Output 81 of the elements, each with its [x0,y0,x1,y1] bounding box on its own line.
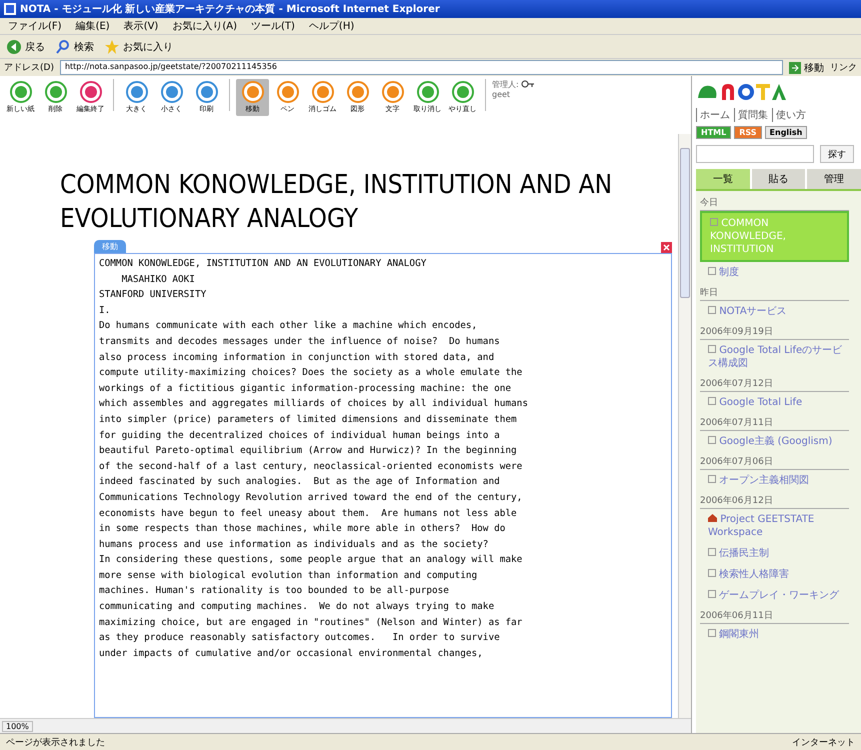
search-button[interactable]: 検索 [55,38,94,54]
tool-icon [276,81,298,103]
star-icon [104,38,120,54]
page-link[interactable]: Google主義 (Googlism) [700,431,849,452]
sidebar-tab[interactable]: 一覧 [696,169,750,189]
sidebar-tab[interactable]: 貼る [752,169,806,189]
back-icon [6,38,22,54]
page-link[interactable]: ゲームプレイ・ワーキング [700,585,849,606]
page-icon [708,345,716,353]
page-link[interactable]: NOTAサービス [700,301,849,322]
zone-text: インターネット [792,736,855,748]
nav-link[interactable]: ホーム [696,108,730,122]
back-button[interactable]: 戻る [6,38,45,54]
date-heading: 2006年06月11日 [700,606,849,624]
status-text: ページが表示されました [6,736,105,748]
favorites-button[interactable]: お気に入り [104,38,173,54]
page-link[interactable]: Project GEETSTATE Workspace [700,509,849,543]
note-text[interactable]: COMMON KONOWLEDGE, INSTITUTION AND AN EVOLUTIONARY ANALOGY MASAHIKO AOKI STANFORD UNIVERSITY I. Do humans communicate with each other like a machine which encodes, transmits and decodes messages under the influence of noise? Do humans also process incoming information in conjunction with stored data, and compute utility-maximizing choices? Does the society as a whole emulate the workings of a fictitious gigantic information-processing machine: the one which assembles and aggregates milliards of choices by all individual humans into simpler (price) parameters of limited dimensions and disseminate them for guiding the decentralized choices of individual human beings into a beautiful Pareto-optimal equilibrium (Arrow and Hurwicz)? In the beginning of the second-half of a last century, neoclassical-oriented economists were indeed fascinated by such analogies. But as the age of Information and Communications Technology Revolution arrived toward the end of the century, economists have begun to feel uneasy about them. Are humans not less able in some respects than those machines, while more able in others? How do humans process and use information as individuals and as the society? In considering these questions, some people argue that an analogy will make more sense with biological evolution than information and computing machines. Human's rationality is too bounded to be all-purpose communicating and computing machines. We do not always trying to make maximizing choice, but are engaged in "routines" (Nelson and Winter) as far as they produce reasonably satisfactory outcomes. In order to survive under impacts of cumulative and/or occasional environmental changes, [94,253,672,718]
menu-item[interactable]: お気に入り(A) [172,19,237,33]
tool-icon [80,81,102,103]
nav-link[interactable]: 使い方 [772,108,806,122]
menu-item[interactable]: ツール(T) [251,19,295,33]
page-icon [708,306,716,314]
title-text: NOTA - モジュール化 新しい産業アーキテクチャの本質 - Microsoft Internet Explorer [20,2,440,16]
page-icon [708,629,716,637]
menu-item[interactable]: ファイル(F) [8,19,62,33]
tool-icon [126,81,148,103]
page-link[interactable]: 検索性人格障害 [700,564,849,585]
tool-icon [44,81,66,103]
key-icon [520,79,535,89]
arrow-icon [789,62,801,74]
go-button[interactable]: 移動 [789,60,824,74]
links-label[interactable]: リンク [830,61,857,74]
tool-icon [312,81,334,103]
date-heading: 2006年07月06日 [700,452,849,470]
tool-icon [382,81,404,103]
page-icon [708,569,716,577]
search-field[interactable] [696,145,814,163]
page-link[interactable]: Google Total Lifeのサービス構成図 [700,340,849,374]
address-label: アドレス(D) [4,62,54,74]
page-icon [708,436,716,444]
menu-item[interactable]: 表示(V) [124,19,158,33]
date-heading: 2006年06月12日 [700,491,849,509]
page-link[interactable]: 伝播民主制 [700,543,849,564]
search-icon [55,38,71,54]
page-link[interactable]: Google Total Life [700,392,849,413]
nav-link[interactable]: 質問集 [734,108,768,122]
date-heading: 2006年09月19日 [700,322,849,340]
house-icon [708,514,717,522]
date-heading: 2006年07月12日 [700,374,849,392]
page-link[interactable]: オープン主義相関図 [700,470,849,491]
close-button[interactable] [661,242,672,253]
date-heading: 昨日 [700,283,849,301]
page-link[interactable]: 鋼閣東州 [700,624,849,645]
address-field[interactable]: http://nota.sanpasoo.jp/geetstate/?20070211145356 [60,60,783,75]
zoom-level[interactable]: 100% [2,720,33,732]
close-icon [661,242,672,253]
scrollbar[interactable] [678,134,691,718]
page-link[interactable]: 制度 [700,262,849,283]
menu-item[interactable]: 編集(E) [76,19,110,33]
admin-label: 管理人: geet [492,79,519,99]
tool-icon [242,81,264,103]
page-icon [708,548,716,556]
tool-icon [452,81,474,103]
page-icon [708,397,716,405]
page-icon [708,590,716,598]
menu-item[interactable]: ヘルプ(H) [308,19,354,33]
browser-icon [4,3,16,15]
tool-icon [160,81,182,103]
page-icon [708,267,716,275]
page-icon [708,475,716,483]
page-icon [710,218,718,226]
tool-icon [196,81,218,103]
date-heading: 2006年07月11日 [700,413,849,431]
tool-icon [10,81,32,103]
tool-icon [346,81,368,103]
sidebar-tab[interactable]: 管理 [807,169,861,189]
search-button[interactable]: 探す [820,145,854,163]
page-heading: COMMON KONOWLEDGE, INSTITUTION AND AN EVOLUTIONARY ANALOGY [60,169,614,236]
format-link[interactable]: English [764,126,808,139]
tool-icon [416,81,438,103]
